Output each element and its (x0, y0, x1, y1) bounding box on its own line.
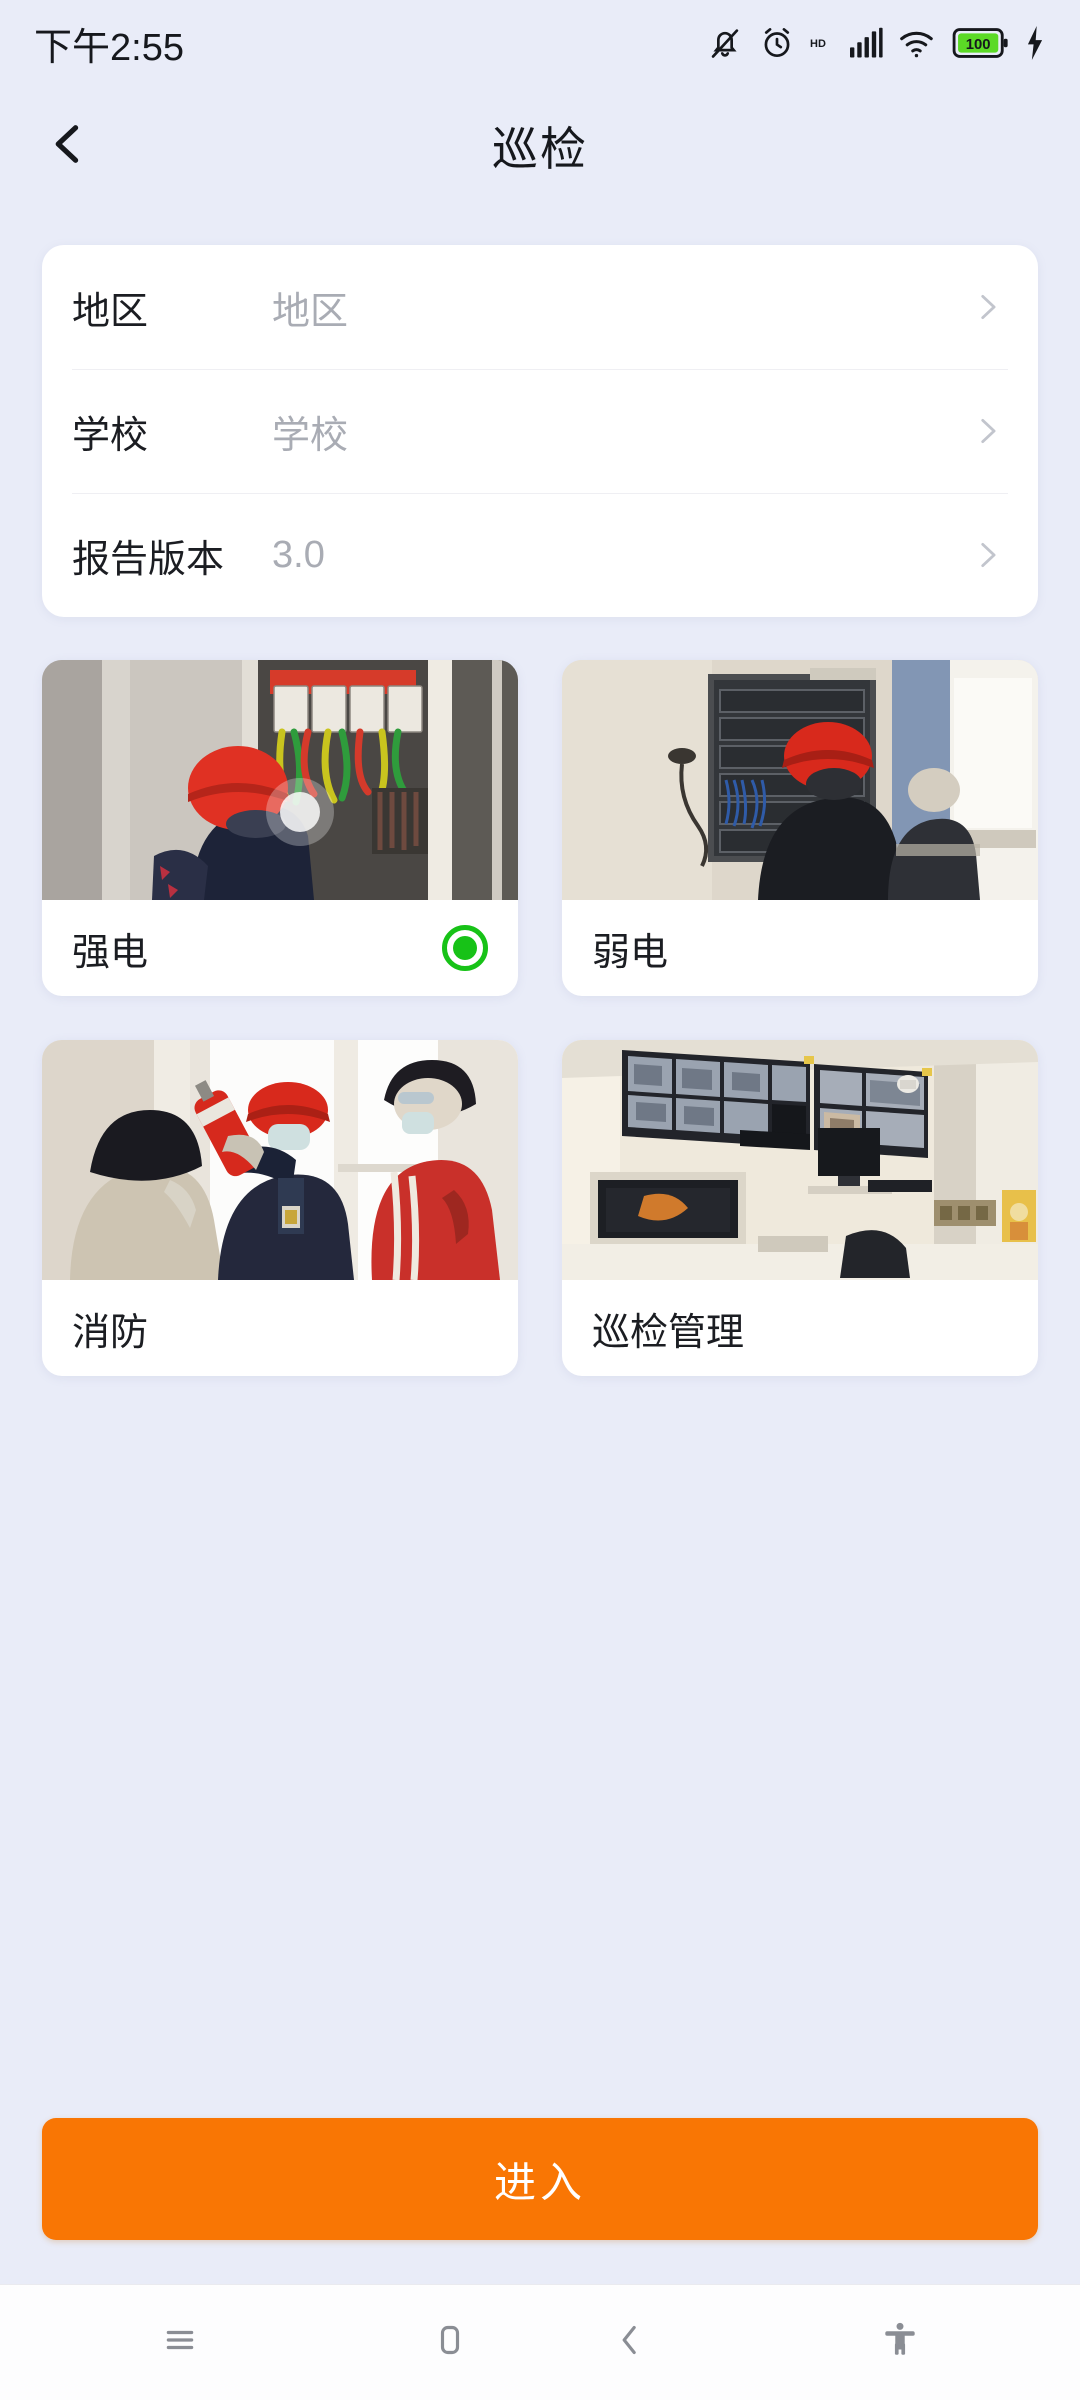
tile-label: 强电 (72, 931, 149, 974)
status-bar: 下午2:55 HD 100 (0, 0, 1080, 86)
tile-footer: 强电 (42, 900, 518, 996)
app-screen: 下午2:55 HD 100 巡检 地区 地区 学校 学校 报告版本 3.0 强电… (0, 0, 1080, 2400)
form-row-region[interactable]: 地区 地区 (42, 245, 1038, 369)
tile-strong-electricity[interactable]: 强电 (42, 660, 518, 996)
region-value: 地区 (272, 290, 349, 333)
tile-radio-selected[interactable] (442, 925, 488, 971)
filter-form-card: 地区 地区 学校 学校 报告版本 3.0 (42, 245, 1038, 617)
charging-bolt-icon (1024, 26, 1046, 60)
tile-image-electrical-panel (42, 660, 518, 900)
status-icon-tray: HD 100 (706, 24, 1046, 62)
accessibility-icon (879, 2319, 921, 2366)
tile-inspection-management[interactable]: 巡检管理 (562, 1040, 1038, 1376)
tile-footer: 消防 (42, 1280, 518, 1376)
enter-button[interactable]: 进入 (42, 2118, 1038, 2240)
chevron-left-icon (42, 118, 94, 175)
hd-icon: HD (810, 35, 834, 51)
chevron-left-icon (610, 2320, 650, 2365)
battery-level-label: 100 (966, 37, 991, 53)
school-value: 学校 (272, 414, 349, 457)
chevron-right-icon (970, 290, 1004, 324)
system-navigation-bar (0, 2284, 1080, 2400)
category-grid: 强电 弱电 消防 巡检管理 (42, 660, 1038, 1376)
alarm-icon (758, 24, 796, 62)
report-version-value: 3.0 (272, 533, 325, 576)
tile-footer: 巡检管理 (562, 1280, 1038, 1376)
tile-label: 消防 (72, 1311, 149, 1354)
school-label: 学校 (72, 414, 149, 457)
nav-home-button[interactable] (360, 2285, 540, 2400)
wifi-icon (898, 27, 938, 59)
bell-muted-icon (706, 24, 744, 62)
status-time: 下午2:55 (34, 26, 184, 69)
back-button[interactable] (24, 102, 112, 190)
tile-footer: 弱电 (562, 900, 1038, 996)
page-title: 巡检 (492, 123, 588, 175)
chevron-right-icon (970, 538, 1004, 572)
report-version-label: 报告版本 (72, 538, 225, 581)
form-row-report-version[interactable]: 报告版本 3.0 (42, 493, 1038, 617)
tile-image-server-rack (562, 660, 1038, 900)
tile-label: 巡检管理 (592, 1311, 745, 1354)
svg-text:HD: HD (810, 38, 826, 50)
region-label: 地区 (72, 290, 149, 333)
battery-icon: 100 (952, 26, 1010, 60)
tile-image-fire-extinguisher (42, 1040, 518, 1280)
tile-fire-safety[interactable]: 消防 (42, 1040, 518, 1376)
form-row-school[interactable]: 学校 学校 (42, 369, 1038, 493)
tile-weak-electricity[interactable]: 弱电 (562, 660, 1038, 996)
home-square-icon (430, 2320, 470, 2365)
app-header: 巡检 (0, 86, 1080, 206)
nav-accessibility-button[interactable] (720, 2319, 1080, 2366)
nav-back-button[interactable] (540, 2285, 720, 2400)
tile-image-cctv-room (562, 1040, 1038, 1280)
tile-label: 弱电 (592, 931, 669, 974)
chevron-right-icon (970, 414, 1004, 448)
menu-icon (160, 2320, 200, 2365)
nav-recents-button[interactable] (0, 2285, 360, 2400)
signal-icon (848, 27, 884, 59)
